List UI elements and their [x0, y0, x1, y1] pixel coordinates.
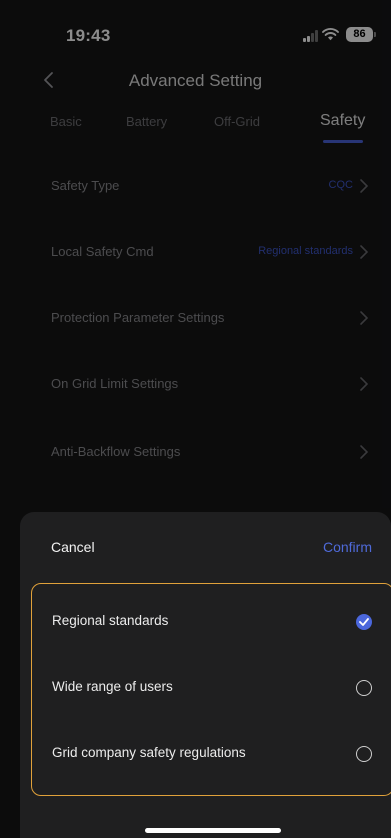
- radio-checked-icon[interactable]: [356, 614, 372, 630]
- option-grid-company-safety-regulations[interactable]: Grid company safety regulations: [32, 722, 391, 788]
- option-label: Regional standards: [52, 613, 169, 628]
- options-list: Regional standards Wide range of users G…: [31, 583, 391, 796]
- picker-sheet: Cancel Confirm Regional standards Wide r…: [20, 512, 391, 838]
- confirm-button[interactable]: Confirm: [323, 539, 372, 555]
- option-label: Wide range of users: [52, 679, 173, 694]
- option-label: Grid company safety regulations: [52, 745, 246, 760]
- cancel-button[interactable]: Cancel: [51, 539, 95, 555]
- radio-unchecked-icon[interactable]: [356, 680, 372, 696]
- option-wide-range-of-users[interactable]: Wide range of users: [32, 656, 391, 722]
- option-regional-standards[interactable]: Regional standards: [32, 590, 391, 656]
- radio-unchecked-icon[interactable]: [356, 746, 372, 762]
- home-indicator[interactable]: [145, 828, 281, 833]
- screen: 19:43 86 Advanced Setting Basic Battery …: [0, 0, 391, 838]
